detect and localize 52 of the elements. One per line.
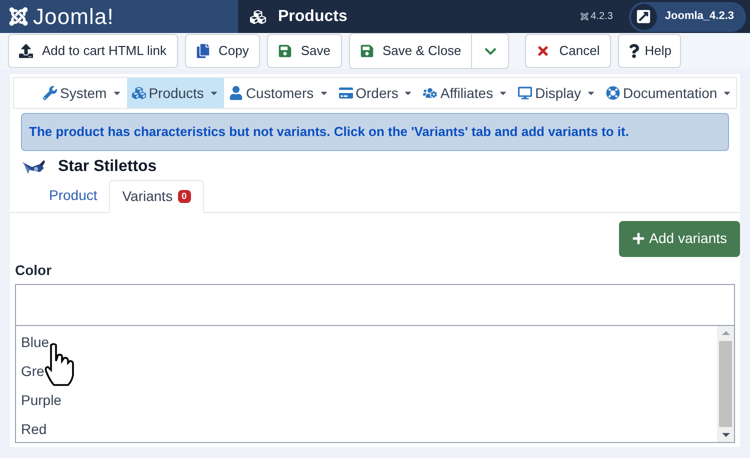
cubes-icon (132, 86, 146, 100)
dropdown-button[interactable] (472, 34, 508, 68)
wrench-icon (43, 86, 57, 100)
scroll-down-icon (722, 432, 730, 436)
upload-button[interactable]: Add to cart HTML link (8, 34, 178, 68)
menu-item[interactable]: Products (126, 78, 224, 108)
menu-item[interactable]: Documentation (601, 78, 738, 108)
upload-icon (19, 44, 33, 58)
copy-button[interactable]: Copy (184, 34, 260, 68)
version-text: 4.2.3 (590, 10, 613, 24)
input-field[interactable] (15, 284, 735, 326)
save-icon (278, 44, 292, 58)
tab[interactable]: Variants 0 (109, 180, 204, 212)
menu-item[interactable]: Customers (224, 78, 334, 108)
menu-item[interactable]: System (38, 78, 127, 108)
save-icon (360, 44, 374, 58)
add-variants-button[interactable]: Add variants (619, 220, 740, 256)
external-link-icon (630, 4, 657, 30)
scrollbar[interactable] (717, 326, 734, 442)
help-button[interactable]: Help (618, 34, 680, 68)
cubes-icon (250, 8, 266, 24)
joomla-logo-icon (8, 6, 29, 27)
page-title: Products (278, 6, 348, 26)
list-option[interactable]: Purple (16, 384, 717, 412)
site-button[interactable]: Joomla_4.2.3 (628, 2, 746, 32)
tab[interactable]: Product (37, 178, 110, 212)
logo-text: Joomla! (33, 3, 114, 31)
question-icon (626, 44, 641, 58)
menu-item[interactable]: Affiliates (418, 78, 514, 108)
save-close-button[interactable]: Save & Close (350, 34, 472, 68)
life-ring-icon (606, 86, 620, 100)
list-option[interactable]: Red (16, 412, 717, 442)
joomla-icon (580, 12, 589, 21)
alert-message: The product has characteristics but not variants. Click on the 'Variants' tab and add variants to it. (21, 113, 729, 150)
product-name: Star Stilettos (58, 156, 157, 176)
users-cog-icon (423, 86, 438, 100)
close-icon (536, 44, 550, 58)
menu-item[interactable]: Display (513, 78, 601, 108)
cancel-button[interactable]: Cancel (525, 34, 611, 68)
save-button[interactable]: Save (266, 34, 342, 68)
copy-icon (196, 44, 210, 58)
menu-item[interactable]: Orders (334, 78, 418, 108)
list-option[interactable]: Gre (16, 354, 717, 384)
plus-icon (632, 232, 646, 245)
monitor-icon (518, 86, 532, 100)
scrollbar-thumb[interactable] (719, 340, 732, 426)
credit-card-icon (338, 86, 353, 100)
list-option[interactable]: Blue (16, 326, 717, 354)
count-badge: 0 (178, 190, 191, 202)
user-icon (228, 86, 243, 100)
scroll-up-icon (722, 330, 730, 334)
field-label: Color (15, 260, 53, 280)
